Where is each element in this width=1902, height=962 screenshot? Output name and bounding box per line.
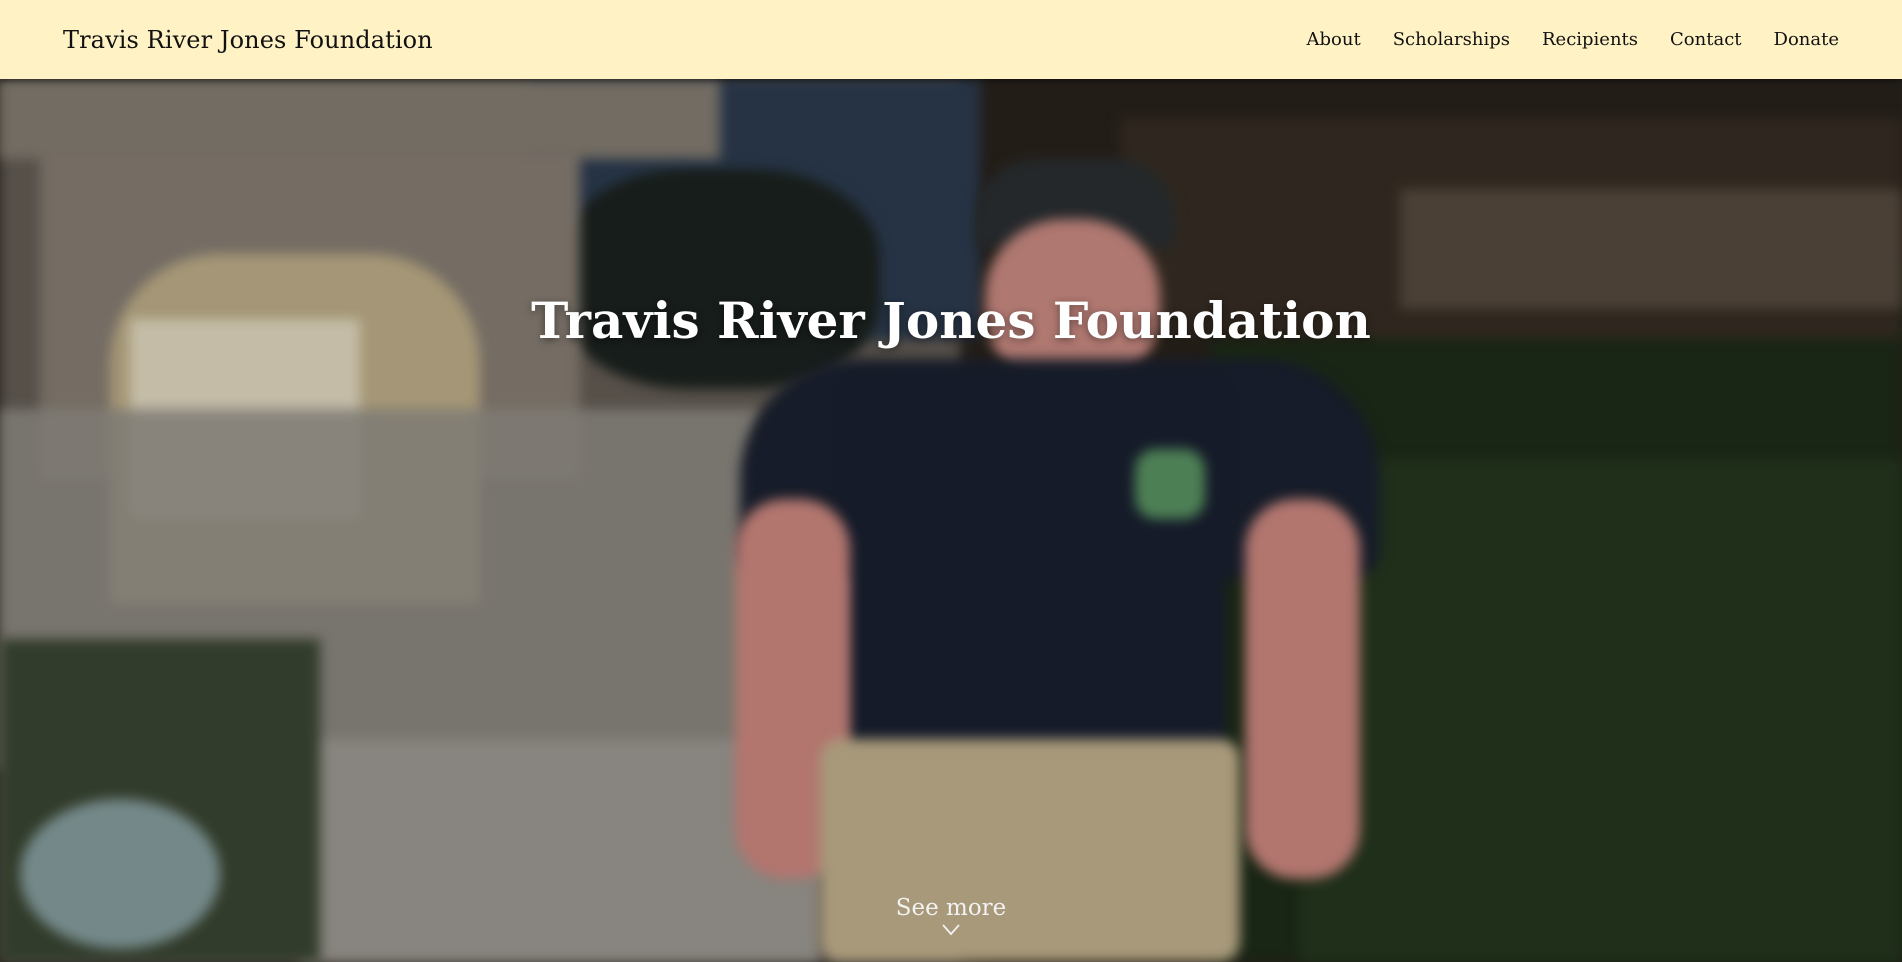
nav-donate[interactable]: Donate <box>1774 29 1839 50</box>
hero-background-photo <box>0 79 1902 962</box>
hero-section: Travis River Jones Foundation See more <box>0 79 1902 962</box>
hero-title: Travis River Jones Foundation <box>531 291 1371 350</box>
nav-recipients[interactable]: Recipients <box>1542 29 1638 50</box>
chevron-down-icon <box>941 922 961 941</box>
nav-about[interactable]: About <box>1307 29 1361 50</box>
site-brand-link[interactable]: Travis River Jones Foundation <box>63 26 433 54</box>
site-header: Travis River Jones Foundation About Scho… <box>0 0 1902 79</box>
see-more-link[interactable]: See more <box>0 894 1902 941</box>
nav-scholarships[interactable]: Scholarships <box>1393 29 1510 50</box>
see-more-label: See more <box>895 895 1007 921</box>
main-nav: About Scholarships Recipients Contact Do… <box>1307 29 1839 50</box>
nav-contact[interactable]: Contact <box>1670 29 1741 50</box>
